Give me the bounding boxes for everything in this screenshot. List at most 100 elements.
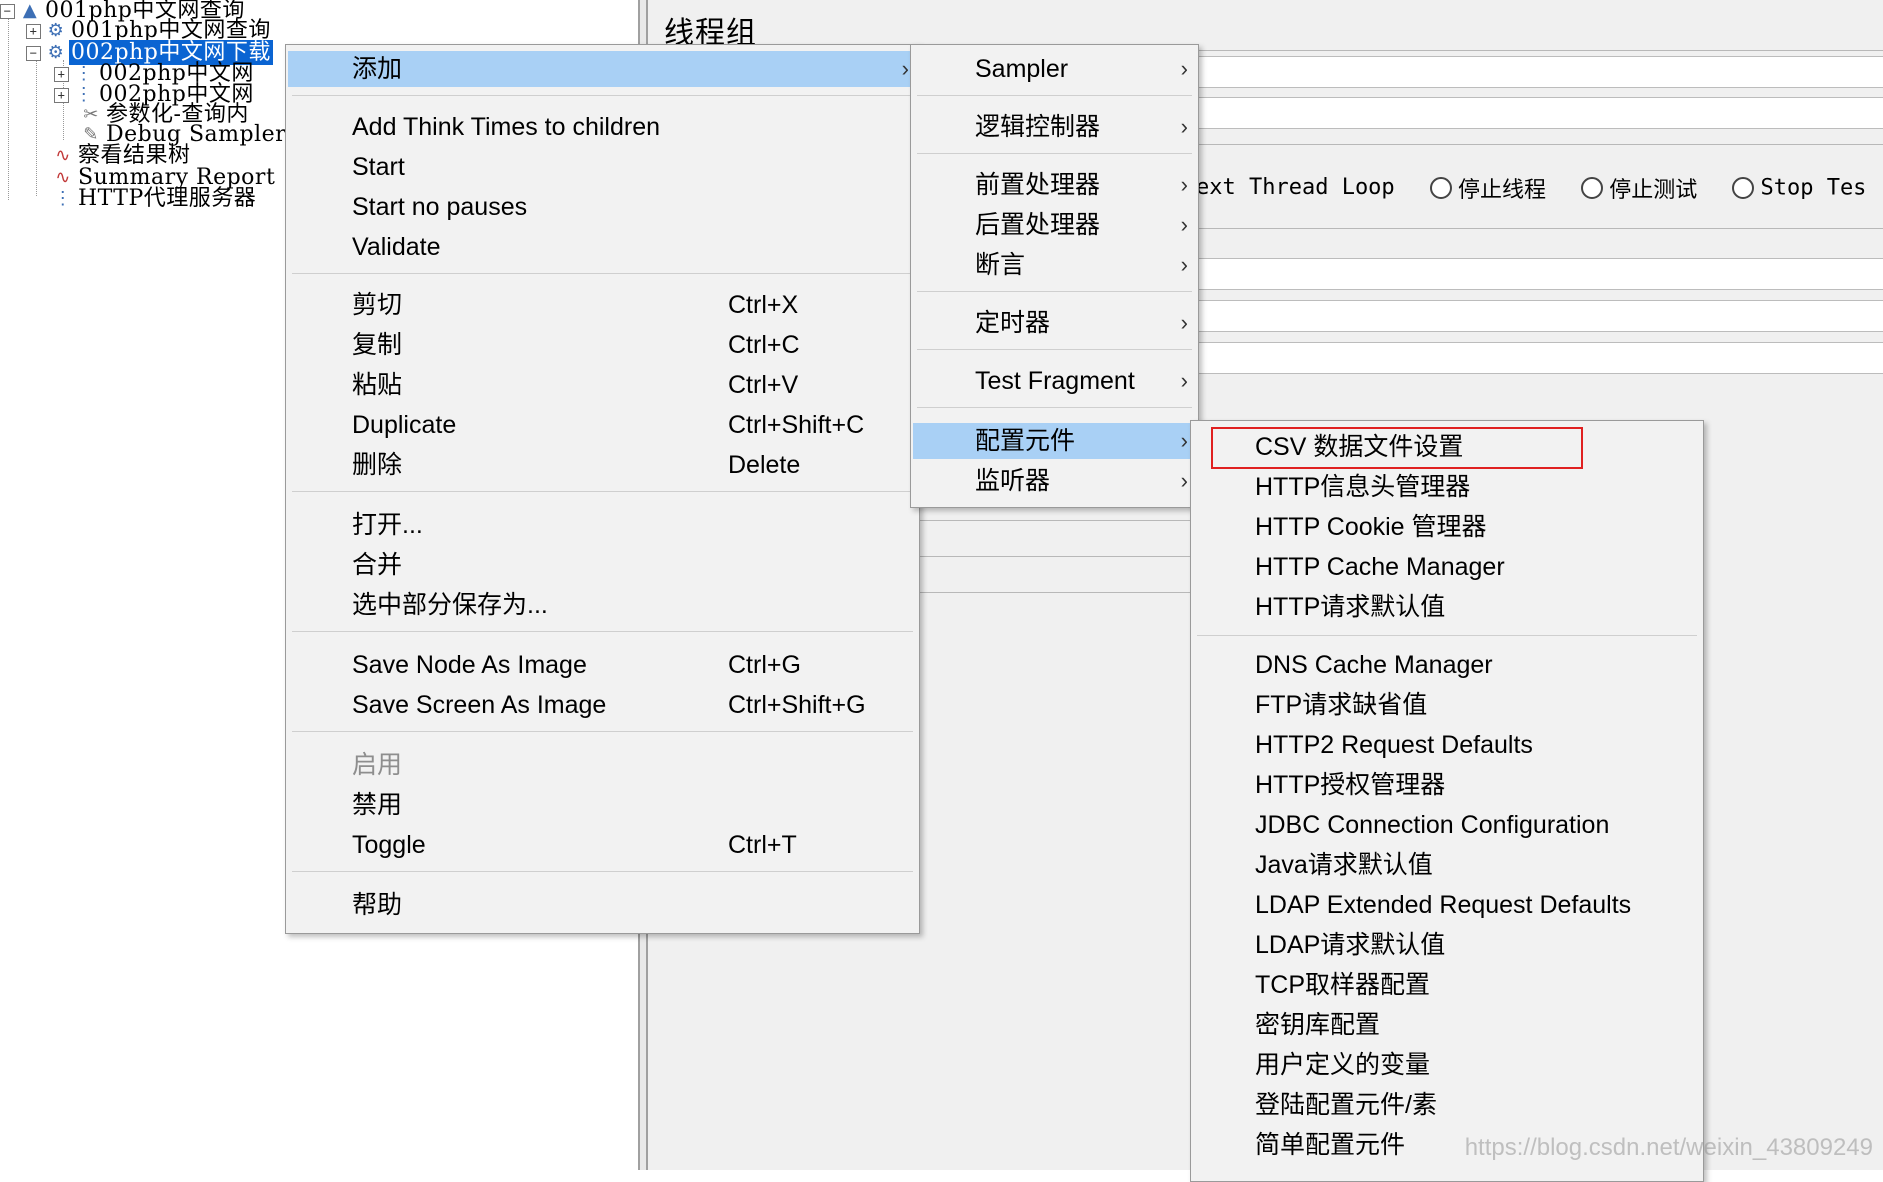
stop-test-radio[interactable] bbox=[1581, 177, 1604, 199]
config-item-ftp-defaults[interactable]: FTP请求缺省值 bbox=[1193, 687, 1701, 723]
config-item-ldap-extended-defaults[interactable]: LDAP Extended Request Defaults bbox=[1193, 887, 1701, 923]
menu-item-validate[interactable]: Validate bbox=[288, 229, 917, 265]
stop-test-now-label: Stop Tes bbox=[1760, 175, 1867, 201]
config-item-tcp-sampler-config[interactable]: TCP取样器配置 bbox=[1193, 967, 1701, 1003]
config-item-header-manager[interactable]: HTTP信息头管理器 bbox=[1193, 469, 1701, 505]
ramp-up-field[interactable] bbox=[1196, 300, 1883, 332]
config-item-java-defaults[interactable]: Java请求默认值 bbox=[1193, 847, 1701, 883]
submenu-item-post-processor[interactable]: 后置处理器 › bbox=[913, 207, 1196, 243]
submenu-item-timer[interactable]: 定时器 › bbox=[913, 305, 1196, 341]
config-item-ldap-defaults[interactable]: LDAP请求默认值 bbox=[1193, 927, 1701, 963]
menu-item-open[interactable]: 打开... bbox=[288, 507, 917, 543]
menu-item-save-node-as-image[interactable]: Save Node As Image Ctrl+G bbox=[288, 647, 917, 683]
menu-item-add-think-times[interactable]: Add Think Times to children bbox=[288, 109, 917, 145]
config-item-dns-cache-manager[interactable]: DNS Cache Manager bbox=[1193, 647, 1701, 683]
stop-thread-label: 停止线程 bbox=[1457, 178, 1546, 203]
watermark: https://blog.csdn.net/weixin_43809249 bbox=[1464, 1134, 1873, 1161]
menu-separator bbox=[1197, 635, 1697, 636]
tree-item[interactable]: ∿ 察看结果树 bbox=[52, 145, 193, 167]
stop-test-label: 停止测试 bbox=[1609, 178, 1698, 203]
divider bbox=[1196, 144, 1883, 145]
context-menu: 添加 › Add Think Times to children Start St… bbox=[285, 44, 920, 934]
config-item-csv-data-set[interactable]: CSV 数据文件设置 bbox=[1193, 429, 1701, 465]
config-item-login-config[interactable]: 登陆配置元件/素 bbox=[1193, 1087, 1701, 1123]
tree-guide-line bbox=[8, 12, 9, 200]
divider bbox=[918, 520, 1198, 521]
menu-item-enable: 启用 bbox=[352, 751, 403, 779]
proxy-icon: ⋮ bbox=[53, 188, 73, 209]
menu-separator bbox=[917, 153, 1192, 154]
menu-separator bbox=[917, 95, 1192, 96]
config-item-jdbc-connection[interactable]: JDBC Connection Configuration bbox=[1193, 807, 1701, 843]
sampler-error-action-row: ext Thread Loop 停止线程 停止测试 Stop Tes bbox=[1196, 172, 1866, 204]
submenu-item-listener[interactable]: 监听器 › bbox=[913, 463, 1196, 499]
tree-guide-line bbox=[36, 56, 37, 196]
chevron-right-icon: › bbox=[1180, 368, 1188, 393]
sampler-icon: ⋮ bbox=[74, 63, 94, 84]
collapse-icon[interactable]: − bbox=[0, 3, 15, 19]
divider bbox=[918, 592, 1198, 593]
chevron-right-icon: › bbox=[1180, 172, 1188, 197]
collapse-icon[interactable]: − bbox=[26, 45, 41, 61]
tree-item-label: HTTP代理服务器 bbox=[78, 186, 257, 211]
config-icon: ✂ bbox=[83, 104, 99, 125]
menu-item-disable[interactable]: 禁用 bbox=[288, 787, 917, 823]
stop-thread-radio[interactable] bbox=[1429, 177, 1452, 199]
menu-item-copy[interactable]: 复制 Ctrl+C bbox=[288, 327, 917, 363]
menu-separator bbox=[917, 291, 1192, 292]
expand-icon[interactable]: + bbox=[54, 66, 69, 82]
thread-group-icon: ⚙ bbox=[47, 20, 65, 41]
menu-separator bbox=[292, 731, 913, 732]
submenu-item-config-element[interactable]: 配置元件 › bbox=[913, 423, 1196, 459]
submenu-item-assertion[interactable]: 断言 › bbox=[913, 247, 1196, 283]
config-item-keystore-config[interactable]: 密钥库配置 bbox=[1193, 1007, 1701, 1043]
menu-item-start-no-pauses[interactable]: Start no pauses bbox=[288, 189, 917, 225]
chevron-right-icon: › bbox=[1180, 252, 1188, 277]
listener-icon: ∿ bbox=[55, 145, 71, 166]
menu-separator bbox=[917, 407, 1192, 408]
divider bbox=[918, 556, 1198, 557]
thread-count-field[interactable] bbox=[1196, 258, 1883, 290]
submenu-item-logic-controller[interactable]: 逻辑控制器 › bbox=[913, 109, 1196, 145]
chevron-right-icon: › bbox=[1180, 114, 1188, 139]
test-plan-icon: ▲ bbox=[22, 0, 38, 21]
config-element-submenu: CSV 数据文件设置 HTTP信息头管理器 HTTP Cookie 管理器 HT… bbox=[1190, 420, 1704, 1182]
menu-item-save-screen-as-image[interactable]: Save Screen As Image Ctrl+Shift+G bbox=[288, 687, 917, 723]
menu-separator bbox=[917, 349, 1192, 350]
config-item-cookie-manager[interactable]: HTTP Cookie 管理器 bbox=[1193, 509, 1701, 545]
menu-item-start[interactable]: Start bbox=[288, 149, 917, 185]
tree-item[interactable]: + ⚙ 001php中文网查询 bbox=[26, 20, 273, 42]
config-item-user-defined-variables[interactable]: 用户定义的变量 bbox=[1193, 1047, 1701, 1083]
expand-icon[interactable]: + bbox=[26, 23, 41, 39]
submenu-item-test-fragment[interactable]: Test Fragment › bbox=[913, 363, 1196, 399]
stop-test-now-radio[interactable] bbox=[1732, 177, 1755, 199]
chevron-right-icon: › bbox=[901, 56, 909, 81]
expand-icon[interactable]: + bbox=[54, 87, 69, 103]
name-field[interactable] bbox=[1196, 56, 1883, 88]
menu-item-merge[interactable]: 合并 bbox=[288, 547, 917, 583]
thread-group-icon: ⚙ bbox=[47, 42, 65, 63]
comments-field[interactable] bbox=[1196, 97, 1883, 129]
config-item-http2-defaults[interactable]: HTTP2 Request Defaults bbox=[1193, 727, 1701, 763]
config-item-auth-manager[interactable]: HTTP授权管理器 bbox=[1193, 767, 1701, 803]
tree-item[interactable]: ⋮ HTTP代理服务器 bbox=[52, 188, 258, 210]
sampler-icon: ⋮ bbox=[74, 84, 94, 105]
loop-count-field[interactable] bbox=[1196, 342, 1883, 374]
config-item-cache-manager[interactable]: HTTP Cache Manager bbox=[1193, 549, 1701, 585]
menu-item-paste[interactable]: 粘贴 Ctrl+V bbox=[288, 367, 917, 403]
menu-item-help[interactable]: 帮助 bbox=[288, 887, 917, 923]
menu-item-add[interactable]: 添加 › bbox=[288, 51, 917, 87]
chevron-right-icon: › bbox=[1180, 212, 1188, 237]
menu-item-save-selection-as[interactable]: 选中部分保存为... bbox=[288, 587, 917, 623]
chevron-right-icon: › bbox=[1180, 310, 1188, 335]
submenu-item-sampler[interactable]: Sampler › bbox=[913, 51, 1196, 87]
chevron-right-icon: › bbox=[1180, 428, 1188, 453]
menu-item-toggle[interactable]: Toggle Ctrl+T bbox=[288, 827, 917, 863]
submenu-item-pre-processor[interactable]: 前置处理器 › bbox=[913, 167, 1196, 203]
config-item-request-defaults[interactable]: HTTP请求默认值 bbox=[1193, 589, 1701, 625]
menu-item-cut[interactable]: 剪切 Ctrl+X bbox=[288, 287, 917, 323]
menu-item-duplicate[interactable]: Duplicate Ctrl+Shift+C bbox=[288, 407, 917, 443]
chevron-right-icon: › bbox=[1180, 56, 1188, 81]
menu-item-delete[interactable]: 删除 Delete bbox=[288, 447, 917, 483]
divider bbox=[1196, 228, 1883, 229]
